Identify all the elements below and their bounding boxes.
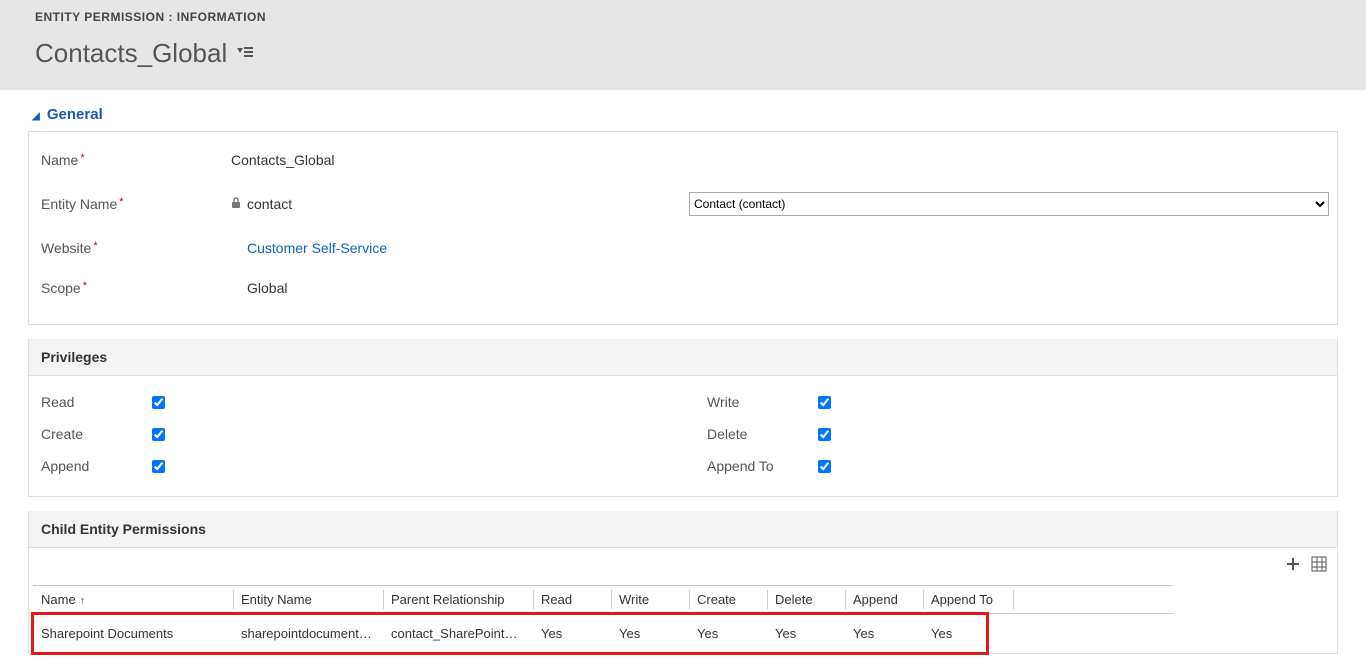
checkbox-create[interactable] xyxy=(152,428,165,441)
col-appendto[interactable]: Append To xyxy=(923,586,1013,614)
cell-delete: Yes xyxy=(767,614,845,654)
cell-read: Yes xyxy=(533,614,611,654)
cell-append: Yes xyxy=(845,614,923,654)
form-selector-icon[interactable] xyxy=(237,45,253,63)
label-create: Create xyxy=(37,426,152,442)
cell-parent: contact_SharePointD… xyxy=(383,614,533,654)
lock-icon xyxy=(231,197,241,212)
label-entity-name: Entity Name* xyxy=(41,196,231,212)
caret-down-icon: ◢ xyxy=(32,111,40,122)
sort-asc-icon: ↑ xyxy=(80,595,86,607)
entity-select[interactable]: Contact (contact) xyxy=(689,192,1329,216)
label-name: Name* xyxy=(41,152,231,168)
value-name[interactable]: Contacts_Global xyxy=(231,152,335,168)
add-record-icon[interactable] xyxy=(1285,556,1301,577)
section-general-header[interactable]: ◢ General xyxy=(28,102,1338,131)
value-website[interactable]: Customer Self-Service xyxy=(247,240,387,256)
value-entity-name: contact xyxy=(247,196,292,212)
grid-view-icon[interactable] xyxy=(1311,556,1327,577)
cell-appendto: Yes xyxy=(923,614,1013,654)
col-append[interactable]: Append xyxy=(845,586,923,614)
label-delete: Delete xyxy=(703,426,818,442)
section-privileges-header: Privileges xyxy=(28,339,1338,376)
label-write: Write xyxy=(703,394,818,410)
cell-create: Yes xyxy=(689,614,767,654)
col-create[interactable]: Create xyxy=(689,586,767,614)
checkbox-appendto[interactable] xyxy=(818,460,831,473)
page-title: Contacts_Global xyxy=(35,38,227,69)
value-scope[interactable]: Global xyxy=(247,280,287,296)
col-parent[interactable]: Parent Relationship xyxy=(383,586,533,614)
child-grid: Name↑ Entity Name Parent Relationship Re… xyxy=(33,585,1333,653)
col-write[interactable]: Write xyxy=(611,586,689,614)
cell-entity: sharepointdocument… xyxy=(233,614,383,654)
section-child: Name↑ Entity Name Parent Relationship Re… xyxy=(28,548,1338,654)
col-delete[interactable]: Delete xyxy=(767,586,845,614)
section-child-header: Child Entity Permissions xyxy=(28,511,1338,548)
breadcrumb: ENTITY PERMISSION : INFORMATION xyxy=(35,10,1331,24)
section-privileges: Read Create Append xyxy=(28,376,1338,497)
cell-write: Yes xyxy=(611,614,689,654)
col-spacer xyxy=(1013,586,1173,614)
checkbox-delete[interactable] xyxy=(818,428,831,441)
section-general-title: General xyxy=(47,106,103,123)
checkbox-read[interactable] xyxy=(152,396,165,409)
label-appendto: Append To xyxy=(703,458,818,474)
col-entity[interactable]: Entity Name xyxy=(233,586,383,614)
table-row[interactable]: Sharepoint Documents sharepointdocument…… xyxy=(33,614,1333,654)
checkbox-append[interactable] xyxy=(152,460,165,473)
checkbox-write[interactable] xyxy=(818,396,831,409)
col-read[interactable]: Read xyxy=(533,586,611,614)
col-name[interactable]: Name↑ xyxy=(33,586,233,614)
label-read: Read xyxy=(37,394,152,410)
cell-name[interactable]: Sharepoint Documents xyxy=(33,614,233,654)
label-website: Website* xyxy=(41,240,231,256)
form-header: ENTITY PERMISSION : INFORMATION Contacts… xyxy=(0,0,1366,90)
label-append: Append xyxy=(37,458,152,474)
section-general: Name* Contacts_Global Entity Name* conta… xyxy=(28,131,1338,325)
label-scope: Scope* xyxy=(41,280,231,296)
